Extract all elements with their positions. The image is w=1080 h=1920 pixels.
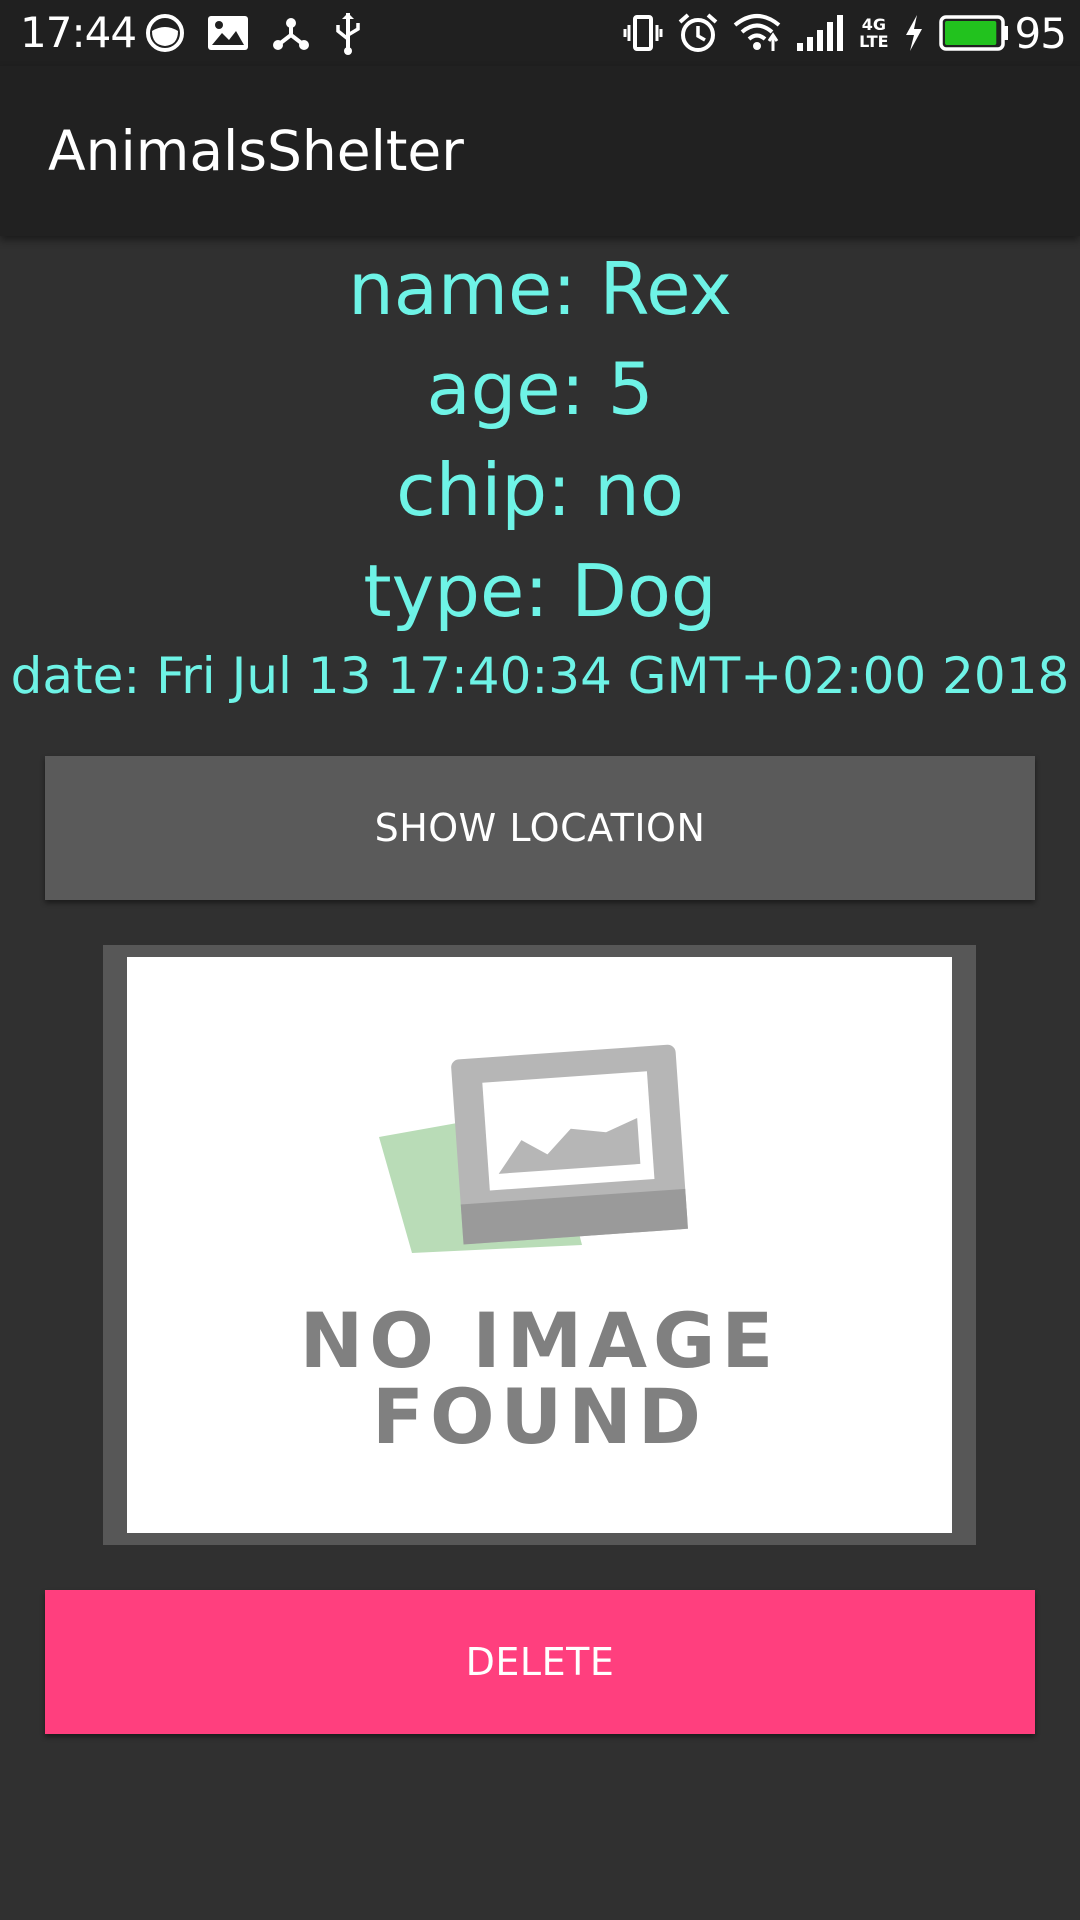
animal-date: date: Fri Jul 13 17:40:34 GMT+02:00 2018 [10, 647, 1070, 705]
vibrate-icon [623, 13, 663, 53]
animal-age: age: 5 [426, 347, 654, 431]
status-left-icons [145, 10, 385, 56]
status-right-icons: 4G LTE 95 [609, 8, 1067, 58]
status-time: 17:44 [20, 8, 137, 57]
alarm-icon [677, 12, 719, 54]
delete-button[interactable]: DELETE [45, 1590, 1035, 1734]
no-image-text-line2: FOUND [372, 1372, 707, 1461]
animal-name: name: Rex [348, 247, 732, 331]
image-icon [207, 15, 249, 51]
share-node-icon [271, 13, 311, 53]
lte-icon: 4G LTE [859, 16, 888, 50]
usb-icon [333, 11, 363, 55]
battery-icon [938, 14, 1009, 52]
show-location-button[interactable]: SHOW LOCATION [45, 756, 1035, 900]
network-label-top: 4G [861, 15, 886, 34]
charging-icon [903, 13, 925, 53]
signal-icon [795, 13, 845, 53]
network-label-bottom: LTE [859, 32, 889, 51]
wifi-icon [733, 13, 781, 53]
battery-percent: 95 [1014, 8, 1067, 58]
animal-photo-frame: NO IMAGE FOUND [103, 945, 976, 1545]
animal-type: type: Dog [363, 549, 717, 633]
no-image-text-line1: NO IMAGE [299, 1296, 780, 1385]
app-title: AnimalsShelter [48, 119, 464, 183]
no-image-placeholder: NO IMAGE FOUND [127, 957, 952, 1533]
app-bar: AnimalsShelter [0, 66, 1080, 236]
status-bar: 17:44 4G LTE 95 [0, 0, 1080, 66]
animal-chip: chip: no [396, 448, 684, 532]
mask-icon [145, 13, 185, 53]
